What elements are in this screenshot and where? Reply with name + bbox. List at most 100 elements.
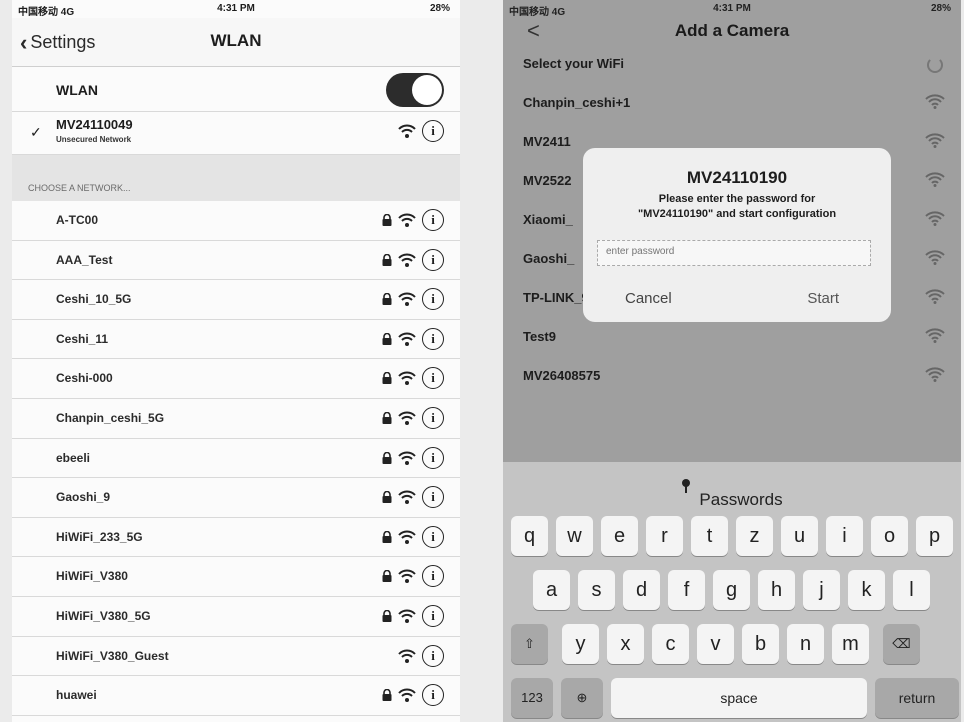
info-icon[interactable]: i xyxy=(422,288,444,311)
wifi-icon xyxy=(398,124,416,138)
wifi-row[interactable]: MV26408575 xyxy=(503,356,961,395)
info-icon[interactable]: i xyxy=(422,644,444,667)
key-c[interactable]: c xyxy=(652,624,689,664)
dialog-message-line2: "MV24110190" and start configuration xyxy=(637,208,837,220)
passwords-bar[interactable]: Passwords xyxy=(503,462,961,510)
info-icon[interactable]: i xyxy=(422,604,444,627)
key-j[interactable]: j xyxy=(803,570,840,610)
dialog-message: Please enter the password for "MV2411019… xyxy=(583,192,891,222)
lock-icon xyxy=(382,253,392,266)
network-ssid: A-TC00 xyxy=(56,213,99,227)
key-b[interactable]: b xyxy=(742,624,779,664)
network-ssid: AAA_Test xyxy=(56,252,113,267)
start-button[interactable]: Start xyxy=(807,290,839,307)
key-p[interactable]: p xyxy=(916,516,953,556)
key-e[interactable]: e xyxy=(601,516,638,556)
info-icon[interactable]: i xyxy=(422,327,444,350)
key-s[interactable]: s xyxy=(578,570,615,610)
key-u[interactable]: u xyxy=(781,516,818,556)
return-key[interactable]: return xyxy=(875,678,959,718)
numbers-key[interactable]: 123 xyxy=(511,678,553,718)
info-icon[interactable]: i xyxy=(422,486,444,509)
wifi-icon xyxy=(925,210,945,231)
password-field-wrap xyxy=(597,240,871,266)
network-ssid: HiWiFi_233_5G xyxy=(56,529,143,544)
key-k[interactable]: k xyxy=(848,570,885,610)
backspace-key[interactable]: ⌫ xyxy=(883,624,920,664)
wifi-icon xyxy=(398,609,416,623)
add-camera-screen: 中国移动 4G 4:31 PM 28% < Add a Camera Selec… xyxy=(503,0,961,722)
dialog-title: MV24110190 xyxy=(686,168,788,187)
info-icon[interactable]: i xyxy=(422,565,444,588)
network-row[interactable]: HiWiFi_233_5G i xyxy=(12,517,460,558)
cancel-button[interactable]: Cancel xyxy=(625,290,672,307)
info-icon[interactable]: i xyxy=(422,120,444,142)
clock: 4:31 PM xyxy=(713,3,751,14)
lock-icon xyxy=(382,332,392,345)
key-h[interactable]: h xyxy=(758,570,795,610)
key-r[interactable]: r xyxy=(646,516,683,556)
network-row[interactable]: A-TC00 i xyxy=(12,201,460,241)
network-row[interactable]: ebeeli i xyxy=(12,438,460,479)
key-y[interactable]: y xyxy=(562,624,599,664)
network-row[interactable]: Ceshi_10_5G i xyxy=(12,280,460,320)
key-q[interactable]: q xyxy=(511,516,548,556)
wlan-toggle[interactable] xyxy=(386,73,444,107)
key-w[interactable]: w xyxy=(556,516,593,556)
nav-bar: < Add a Camera xyxy=(503,18,961,44)
key-g[interactable]: g xyxy=(713,570,750,610)
network-row[interactable]: Ceshi-000 i xyxy=(12,359,460,399)
key-o[interactable]: o xyxy=(871,516,908,556)
network-ssid: huawei xyxy=(56,688,97,703)
info-icon[interactable]: i xyxy=(422,248,444,271)
key-t[interactable]: t xyxy=(691,516,728,556)
status-bar: 中国移动 4G 4:31 PM 28% xyxy=(503,0,961,18)
connected-subtitle: Unsecured Network xyxy=(56,135,132,144)
network-ssid: HiWiFi_V380_5G xyxy=(56,608,151,623)
wifi-icon xyxy=(925,93,945,114)
info-icon[interactable]: i xyxy=(422,367,444,390)
key-row-3-letters: yxcvbnm xyxy=(562,624,869,664)
network-row[interactable]: Chanpin_ceshi_5G i xyxy=(12,398,460,439)
wifi-row[interactable]: Test9 xyxy=(503,317,961,356)
network-row[interactable]: HiWiFi_V380_Guest i xyxy=(12,636,460,677)
key-f[interactable]: f xyxy=(668,570,705,610)
key-n[interactable]: n xyxy=(787,624,824,664)
battery-level: 28% xyxy=(930,3,951,14)
info-icon[interactable]: i xyxy=(422,684,444,707)
info-icon[interactable]: i xyxy=(422,209,444,231)
wifi-icon xyxy=(925,132,945,153)
wifi-icon xyxy=(398,451,416,465)
battery-level: 28% xyxy=(429,3,450,14)
info-icon[interactable]: i xyxy=(422,406,444,429)
network-row[interactable]: Ceshi_11 i xyxy=(12,319,460,360)
wifi-icon xyxy=(398,530,416,544)
network-row[interactable]: Gaoshi_9 i xyxy=(12,478,460,518)
wifi-row[interactable]: Chanpin_ceshi+1 xyxy=(503,83,961,122)
key-v[interactable]: v xyxy=(697,624,734,664)
select-wifi-label: Select your WiFi xyxy=(523,56,625,71)
lock-icon xyxy=(382,293,392,306)
connected-network-row[interactable]: ✓ MV24110049 Unsecured Network i xyxy=(12,112,460,155)
info-icon[interactable]: i xyxy=(422,446,444,469)
key-row-1: qwertzuiop xyxy=(511,516,953,556)
network-row[interactable]: huawei i xyxy=(12,676,460,716)
key-z[interactable]: z xyxy=(736,516,773,556)
key-m[interactable]: m xyxy=(832,624,869,664)
key-d[interactable]: d xyxy=(623,570,660,610)
key-l[interactable]: l xyxy=(893,570,930,610)
select-wifi-row: Select your WiFi xyxy=(503,44,961,83)
key-a[interactable]: a xyxy=(533,570,570,610)
toggle-knob xyxy=(412,75,442,105)
globe-icon[interactable]: ⊕ xyxy=(561,678,603,718)
checkmark-icon: ✓ xyxy=(30,124,42,140)
network-row[interactable]: HiWiFi_V380 i xyxy=(12,557,460,597)
info-icon[interactable]: i xyxy=(422,525,444,548)
network-row[interactable]: AAA_Test i xyxy=(12,240,460,281)
network-row[interactable]: HiWiFi_V380_5G i xyxy=(12,596,460,637)
key-i[interactable]: i xyxy=(826,516,863,556)
key-x[interactable]: x xyxy=(607,624,644,664)
space-key[interactable]: space xyxy=(611,678,867,718)
shift-key[interactable]: ⇧ xyxy=(511,624,548,664)
password-input[interactable] xyxy=(604,245,868,258)
